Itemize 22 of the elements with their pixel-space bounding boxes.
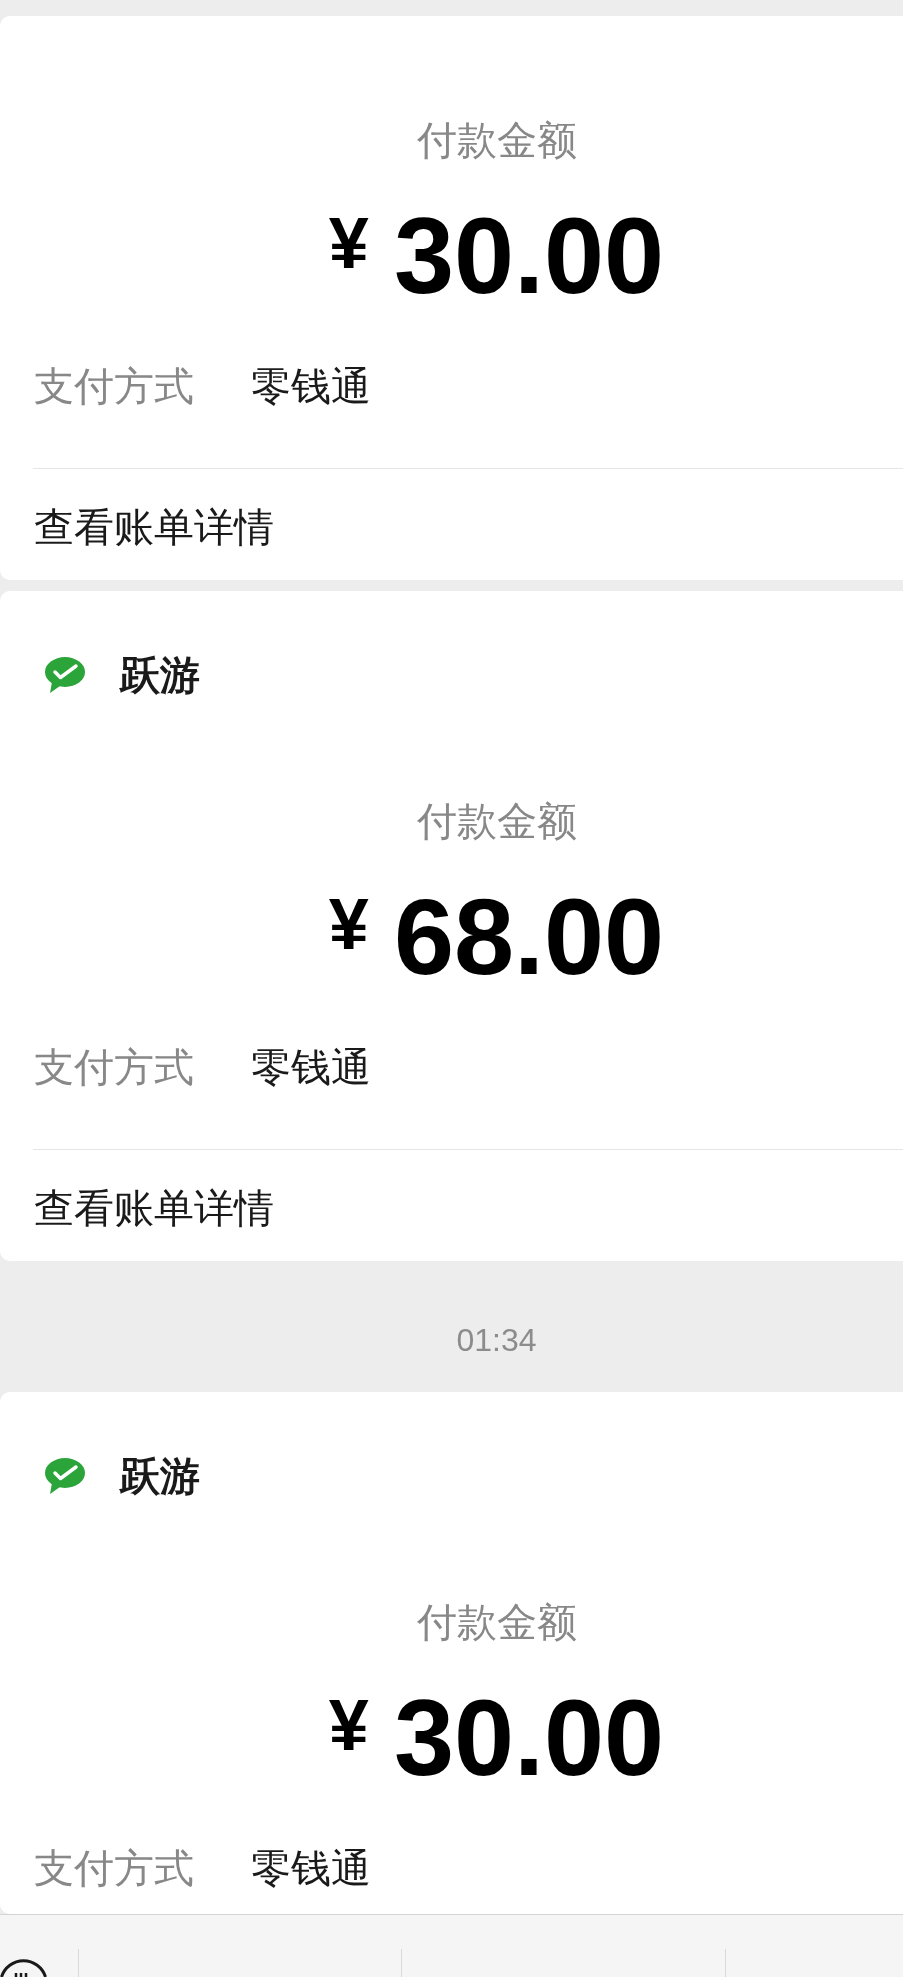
currency-symbol: ¥ bbox=[328, 888, 369, 960]
amount-value: 30.00 bbox=[393, 1684, 665, 1792]
payment-method-label: 支付方式 bbox=[34, 1044, 194, 1091]
merchant-name: 跃游 bbox=[120, 653, 200, 697]
merchant-name: 跃游 bbox=[120, 1454, 200, 1498]
view-bill-details-link[interactable]: 查看账单详情 bbox=[34, 1184, 274, 1232]
amount-label: 付款金额 bbox=[416, 798, 577, 845]
currency-symbol: ¥ bbox=[328, 207, 369, 279]
payment-method-label: 支付方式 bbox=[34, 363, 194, 410]
timestamp: 01:34 bbox=[456, 1325, 537, 1355]
payment-method-label: 支付方式 bbox=[34, 1845, 194, 1892]
amount-value: 30.00 bbox=[393, 202, 665, 310]
amount-label: 付款金额 bbox=[416, 117, 577, 164]
amount-value: 68.00 bbox=[393, 883, 665, 991]
currency-symbol: ¥ bbox=[328, 1689, 369, 1761]
amount-label: 付款金额 bbox=[416, 1599, 577, 1646]
chat-check-icon bbox=[45, 657, 85, 693]
payment-method-value: 零钱通 bbox=[251, 1044, 371, 1091]
payment-method-value: 零钱通 bbox=[251, 1845, 371, 1892]
payment-method-value: 零钱通 bbox=[251, 363, 371, 410]
chat-check-icon bbox=[45, 1458, 85, 1494]
view-bill-details-link[interactable]: 查看账单详情 bbox=[34, 503, 274, 551]
